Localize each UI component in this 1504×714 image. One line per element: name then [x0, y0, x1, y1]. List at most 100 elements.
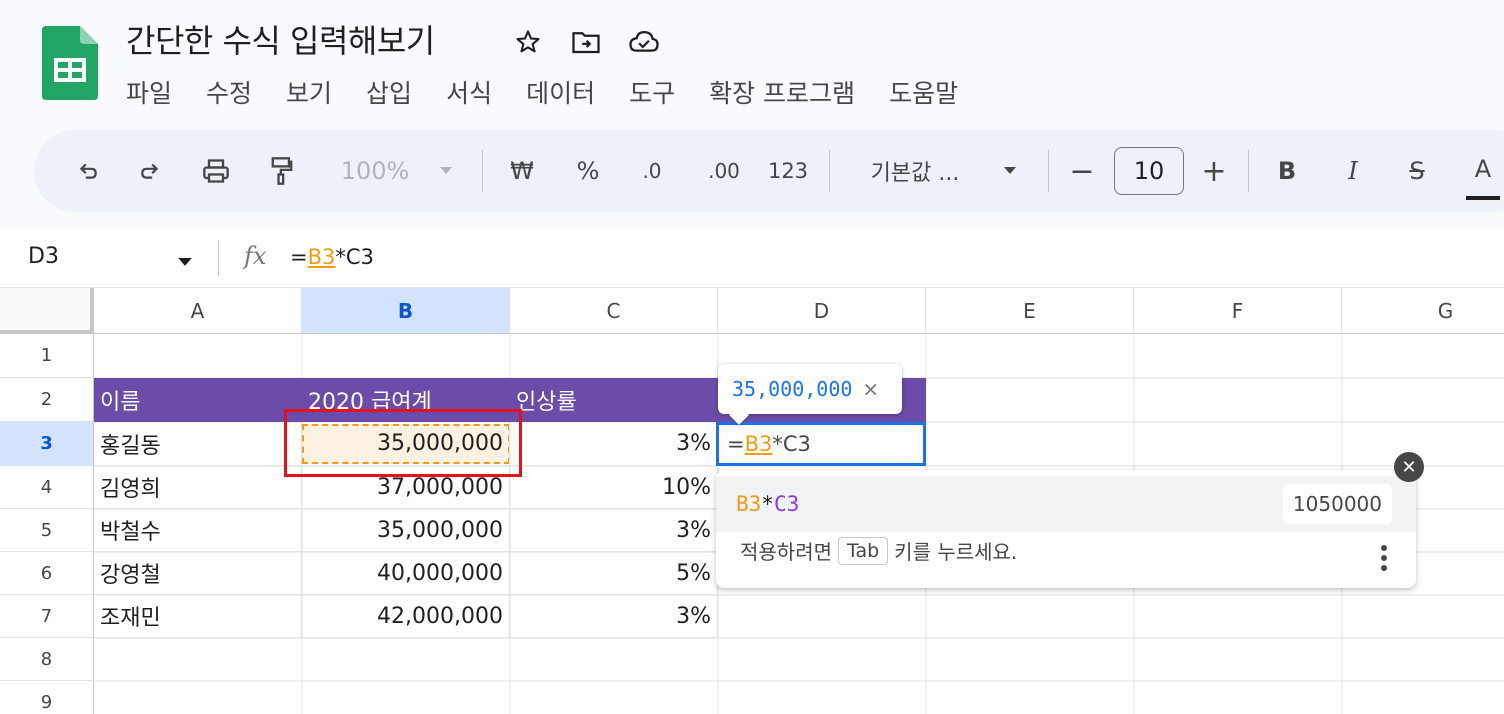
formula-rest: *C3 [335, 245, 374, 269]
column-header-g[interactable]: G [1342, 288, 1504, 334]
zoom-dropdown-icon[interactable] [434, 130, 458, 212]
font-select[interactable]: 기본값 ... [860, 130, 970, 212]
row-header-9[interactable]: 9 [0, 681, 94, 714]
cell-salary[interactable]: 35,000,000 [302, 509, 510, 552]
spreadsheet-grid: A B C D E F G 1 2 3 4 5 6 7 8 9 이름 2020 … [0, 288, 1504, 714]
hint-text-before: 적용하려면 [740, 540, 832, 564]
font-size-decrease-button[interactable]: − [1066, 130, 1098, 212]
name-box-dropdown-icon[interactable] [178, 252, 192, 271]
cell-name[interactable]: 조재민 [94, 595, 302, 638]
formula-ref-b3: B3 [307, 245, 336, 269]
menu-view[interactable]: 보기 [286, 74, 332, 110]
print-icon[interactable] [196, 130, 236, 212]
column-header-c[interactable]: C [510, 288, 718, 334]
suggestion-operator: * [761, 492, 774, 516]
suggestion-hint: 적용하려면 Tab 키를 누르세요. [740, 536, 1017, 565]
document-title[interactable]: 간단한 수식 입력해보기 [126, 16, 435, 62]
font-size-input[interactable]: 10 [1114, 147, 1184, 195]
strikethrough-button[interactable]: S [1400, 130, 1434, 212]
percent-format-button[interactable]: % [570, 130, 606, 212]
row-header-4[interactable]: 4 [0, 466, 94, 509]
top-bar: 간단한 수식 입력해보기 파일 수정 보기 삽입 서식 데이터 도구 확장 프로… [0, 0, 1504, 228]
font-size-increase-button[interactable]: + [1198, 130, 1230, 212]
increase-decimal-button[interactable]: .00 [700, 130, 748, 212]
menu-extensions[interactable]: 확장 프로그램 [709, 74, 855, 110]
move-folder-icon[interactable] [568, 24, 604, 60]
select-all-corner[interactable] [0, 288, 94, 334]
row-header-7[interactable]: 7 [0, 595, 94, 638]
sheets-logo-icon[interactable] [42, 26, 98, 100]
column-header-a[interactable]: A [94, 288, 302, 334]
row-header-8[interactable]: 8 [0, 638, 94, 681]
formula-suggestion-item[interactable]: B3 * C3 1050000 [716, 476, 1416, 532]
formula-prefix: = [290, 245, 308, 269]
text-color-button[interactable]: A [1466, 142, 1500, 200]
column-header-b[interactable]: B [302, 288, 510, 334]
hint-text-after: 키를 누르세요. [894, 540, 1018, 564]
menu-format[interactable]: 서식 [446, 74, 492, 110]
font-dropdown-icon[interactable] [998, 130, 1022, 212]
cell-name[interactable]: 박철수 [94, 509, 302, 552]
currency-format-button[interactable]: ₩ [502, 130, 542, 212]
increase-decimal-label: .00 [708, 159, 740, 183]
editor-ref-b3: B3 [744, 432, 773, 456]
toolbar: 100% ₩ % .0 .00 123 기본값 ... − 10 + B I S… [34, 130, 1504, 212]
menu-tools[interactable]: 도구 [629, 74, 675, 110]
menu-insert[interactable]: 삽입 [366, 74, 412, 110]
header-cell-name[interactable]: 이름 [94, 378, 302, 422]
cell-name[interactable]: 김영희 [94, 466, 302, 509]
tab-key-chip: Tab [838, 536, 889, 565]
cell-name[interactable]: 홍길동 [94, 422, 302, 466]
cell-rate[interactable]: 10% [510, 466, 718, 509]
row-header-2[interactable]: 2 [0, 378, 94, 422]
close-preview-icon[interactable]: × [862, 377, 879, 401]
cell-name[interactable]: 강영철 [94, 552, 302, 595]
suggestion-ref-c3: C3 [773, 492, 800, 516]
cell-salary[interactable]: 40,000,000 [302, 552, 510, 595]
cell-salary[interactable]: 42,000,000 [302, 595, 510, 638]
row-header-6[interactable]: 6 [0, 552, 94, 595]
fx-icon: fx [244, 242, 267, 270]
paint-format-icon[interactable] [262, 130, 302, 212]
formula-input[interactable]: =B3*C3 [290, 245, 374, 269]
star-icon[interactable] [510, 24, 546, 60]
bold-button[interactable]: B [1270, 130, 1304, 212]
cell-rate[interactable]: 3% [510, 509, 718, 552]
cell-rate[interactable]: 3% [510, 422, 718, 466]
undo-icon[interactable] [70, 130, 106, 212]
redo-icon[interactable] [132, 130, 168, 212]
menu-edit[interactable]: 수정 [206, 74, 252, 110]
menu-data[interactable]: 데이터 [526, 74, 595, 110]
more-options-icon[interactable] [1380, 544, 1388, 572]
cell-rate[interactable]: 3% [510, 595, 718, 638]
menu-bar: 파일 수정 보기 삽입 서식 데이터 도구 확장 프로그램 도움말 [126, 74, 958, 110]
annotation-highlight-box [284, 409, 522, 477]
close-suggestion-icon[interactable]: ✕ [1394, 452, 1424, 482]
column-header-e[interactable]: E [926, 288, 1134, 334]
cell-rate[interactable]: 5% [510, 552, 718, 595]
menu-file[interactable]: 파일 [126, 74, 172, 110]
formula-suggestion-popup: B3 * C3 1050000 적용하려면 Tab 키를 누르세요. [716, 470, 1416, 588]
row-header-1[interactable]: 1 [0, 334, 94, 378]
name-box[interactable]: D3 [28, 244, 59, 269]
decrease-decimal-button[interactable]: .0 [632, 130, 672, 212]
row-header-5[interactable]: 5 [0, 509, 94, 552]
editor-rest: *C3 [772, 432, 811, 456]
menu-help[interactable]: 도움말 [889, 74, 958, 110]
header-cell-rate[interactable]: 인상률 [510, 378, 718, 422]
decrease-decimal-label: .0 [642, 159, 662, 183]
formula-bar: D3 fx =B3*C3 [0, 228, 1504, 288]
suggestion-result: 1050000 [1282, 484, 1392, 524]
cloud-status-icon[interactable] [626, 24, 662, 60]
column-header-f[interactable]: F [1134, 288, 1342, 334]
number-format-button[interactable]: 123 [764, 130, 812, 212]
italic-button[interactable]: I [1336, 130, 1370, 212]
value-preview-tooltip: 35,000,000 × [718, 364, 902, 414]
zoom-select[interactable]: 100% [330, 130, 420, 212]
suggestion-ref-b3: B3 [736, 492, 762, 516]
editor-prefix: = [727, 432, 745, 456]
cell-editor-d3[interactable]: = B3 *C3 [716, 422, 926, 466]
preview-value: 35,000,000 [732, 377, 853, 401]
column-header-d[interactable]: D [718, 288, 926, 334]
row-header-3[interactable]: 3 [0, 422, 94, 466]
